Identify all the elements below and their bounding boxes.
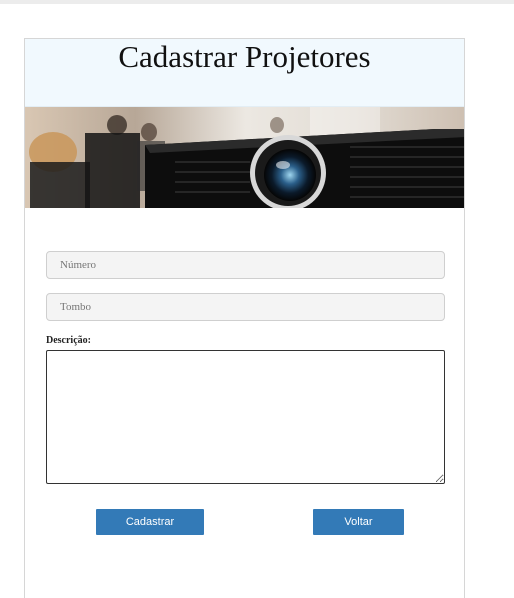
- form-actions: Cadastrar Voltar: [46, 484, 443, 544]
- register-card: Cadastrar Projetores Número Tombo Descri…: [24, 38, 465, 598]
- descricao-textarea[interactable]: [46, 350, 445, 484]
- projector-form: Descrição: Cadastrar Voltar: [25, 208, 464, 544]
- projector-banner-image: [25, 107, 464, 208]
- tombo-input[interactable]: [46, 293, 445, 321]
- numero-input[interactable]: [46, 251, 445, 279]
- page-title: Cadastrar Projetores: [118, 39, 371, 74]
- cadastrar-button[interactable]: Cadastrar: [96, 509, 204, 535]
- top-divider: [0, 0, 514, 4]
- voltar-button[interactable]: Voltar: [313, 509, 404, 535]
- projector-illustration: [25, 107, 464, 208]
- page-header: Cadastrar Projetores: [25, 39, 464, 107]
- descricao-label: Descrição:: [46, 335, 91, 346]
